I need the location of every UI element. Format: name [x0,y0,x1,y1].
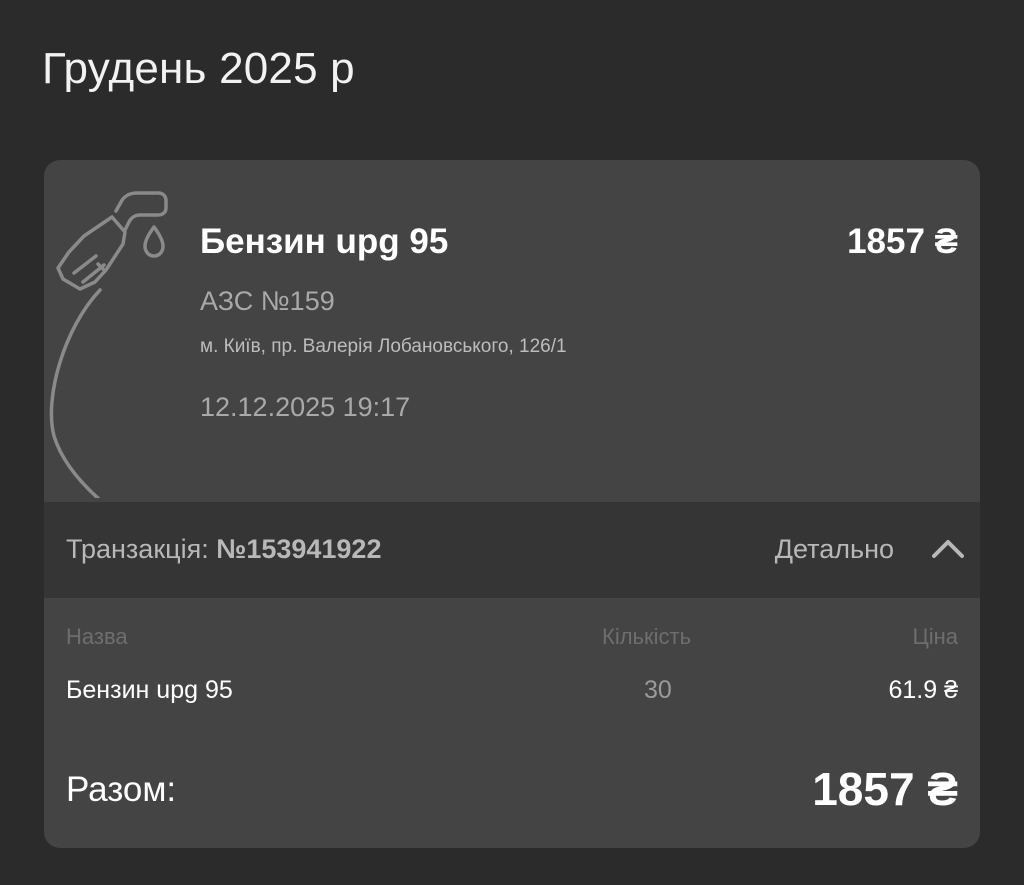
month-title: Грудень 2025 р [42,44,355,93]
receipt-card: Бензин upg 95 1857 ₴ АЗС №159 м. Київ, п… [44,160,980,848]
station-name: АЗС №159 [200,286,335,316]
total-amount-top: 1857 ₴ [847,222,958,261]
column-header-quantity: Кількість [602,624,692,649]
station-address: м. Київ, пр. Валерія Лобановського, 126/… [200,336,567,357]
item-quantity: 30 [644,676,672,704]
column-header-price: Ціна [912,624,958,649]
transaction-label: Транзакція: №153941922 [66,534,381,565]
summary-label: Разом: [66,770,177,809]
chevron-up-icon[interactable] [930,536,966,562]
summary-total: 1857 ₴ [812,763,958,815]
item-name: Бензин upg 95 [66,676,233,704]
column-header-name: Назва [66,624,128,649]
details-toggle-label[interactable]: Детально [775,534,894,565]
fuel-name: Бензин upg 95 [200,222,449,261]
page: Грудень 2025 р Бензин upg 95 1857 ₴ АЗС … [0,0,1024,885]
transaction-number: №153941922 [216,534,382,564]
transaction-label-text: Транзакція: [66,534,217,564]
fuel-pump-icon [49,191,168,498]
item-price: 61.9 ₴ [888,676,958,704]
transaction-bar[interactable]: Транзакція: №153941922 Детально [44,502,980,598]
transaction-datetime: 12.12.2025 19:17 [200,392,411,422]
